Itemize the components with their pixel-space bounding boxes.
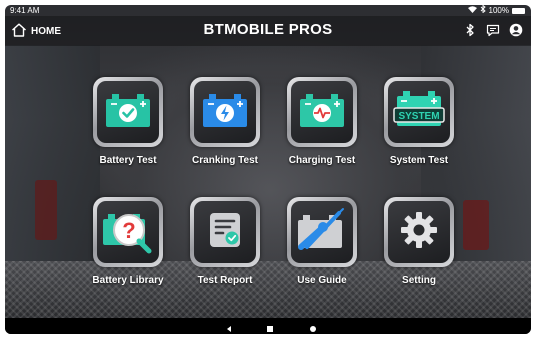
- test-report-label: Test Report: [197, 275, 253, 286]
- bluetooth-icon[interactable]: [463, 23, 477, 37]
- setting-label: Setting: [402, 275, 436, 286]
- app-title: BTMOBILE PROS: [203, 21, 333, 38]
- battery-check-icon: [103, 90, 153, 135]
- battery-system-icon: SYSTEM: [392, 88, 446, 137]
- background-fire-extinguisher: [35, 180, 57, 240]
- battery-percent: 100%: [488, 6, 509, 15]
- app-screen: 9:41 AM 100% HOME BTMOBILE PROS Battery …: [5, 5, 531, 334]
- test-report-tile[interactable]: [190, 197, 260, 267]
- system-badge-text: SYSTEM: [398, 111, 439, 122]
- battery-bolt-icon: [200, 90, 250, 135]
- battery-library-tile[interactable]: ?: [93, 197, 163, 267]
- status-time: 9:41 AM: [10, 6, 40, 15]
- report-icon: [205, 210, 245, 255]
- back-icon[interactable]: [224, 321, 234, 332]
- wrench-screwdriver-icon: [295, 207, 349, 258]
- wifi-icon: [467, 5, 477, 16]
- system-nav-bar: [5, 318, 531, 334]
- cranking-test-tile[interactable]: [190, 77, 260, 147]
- recents-circle-icon[interactable]: [308, 321, 318, 332]
- background-floor: [5, 261, 531, 318]
- use-guide-label: Use Guide: [297, 275, 347, 286]
- battery-search-icon: ?: [101, 206, 155, 259]
- use-guide-tile[interactable]: [287, 197, 357, 267]
- question-mark-text: ?: [122, 218, 135, 243]
- system-test-label: System Test: [389, 155, 449, 166]
- battery-icon: [512, 7, 525, 14]
- home-square-icon[interactable]: [265, 321, 275, 332]
- app-header: HOME BTMOBILE PROS: [5, 16, 531, 46]
- battery-test-label: Battery Test: [99, 155, 157, 166]
- home-icon: [11, 23, 27, 40]
- status-icons: 100%: [467, 5, 525, 16]
- header-actions: [463, 23, 523, 37]
- background-red-cart: [463, 200, 489, 250]
- battery-library-label: Battery Library: [92, 275, 164, 286]
- status-bar: 9:41 AM 100%: [5, 5, 531, 16]
- battery-test-tile[interactable]: [93, 77, 163, 147]
- cranking-test-label: Cranking Test: [192, 155, 258, 166]
- charging-test-tile[interactable]: [287, 77, 357, 147]
- message-icon[interactable]: [486, 23, 500, 37]
- battery-pulse-icon: [297, 90, 347, 135]
- bluetooth-status-icon: [480, 5, 486, 16]
- gear-icon: [399, 210, 439, 255]
- home-button[interactable]: HOME: [11, 22, 61, 40]
- account-icon[interactable]: [509, 23, 523, 37]
- home-label: HOME: [31, 25, 61, 37]
- setting-tile[interactable]: [384, 197, 454, 267]
- tablet-frame: 9:41 AM 100% HOME BTMOBILE PROS Battery …: [0, 0, 536, 339]
- charging-test-label: Charging Test: [288, 155, 356, 166]
- system-test-tile[interactable]: SYSTEM: [384, 77, 454, 147]
